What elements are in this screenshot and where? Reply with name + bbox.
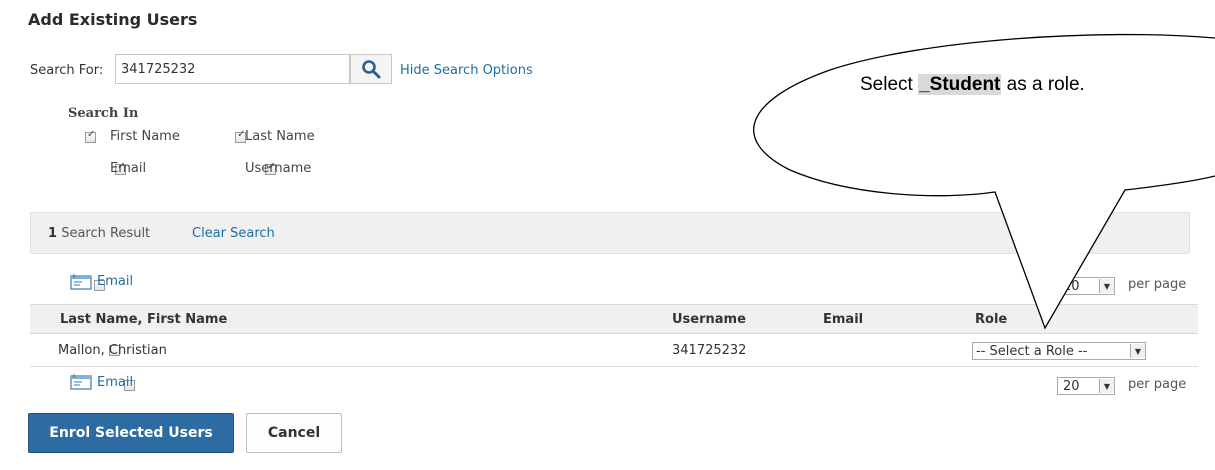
callout-suffix: as a role. (1001, 74, 1085, 95)
callout-highlight: _Student (918, 74, 1002, 95)
callout-prefix: Select (860, 74, 919, 95)
callout-instruction: Select _Student as a role. (860, 74, 1085, 96)
callout-bubble (753, 33, 1215, 330)
